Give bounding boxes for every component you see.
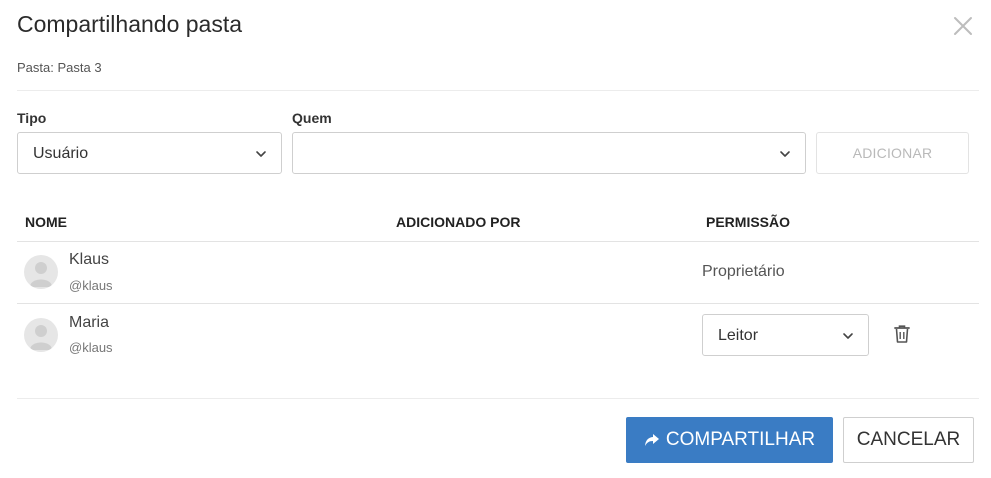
share-button-label: COMPARTILHAR (665, 429, 816, 450)
avatar (24, 318, 58, 352)
table-header-divider (17, 241, 979, 242)
close-button[interactable] (951, 14, 975, 38)
column-header-name: NOME (25, 214, 67, 230)
column-header-permission: PERMISSÃO (706, 214, 791, 230)
divider (17, 398, 979, 399)
share-button[interactable]: COMPARTILHAR (626, 417, 833, 463)
add-button[interactable]: ADICIONAR (816, 132, 969, 174)
user-handle: @klaus (69, 340, 113, 355)
tipo-select-value: Usuário (33, 145, 89, 162)
cancel-button[interactable]: CANCELAR (843, 417, 974, 463)
permission-text: Proprietário (702, 263, 785, 280)
user-handle: @klaus (69, 278, 113, 293)
quem-label: Quem (292, 110, 332, 126)
user-name: Maria (69, 314, 110, 331)
folder-name: Pasta: Pasta 3 (17, 60, 102, 75)
chevron-down-icon (780, 151, 790, 157)
permission-select[interactable]: Leitor (702, 314, 869, 356)
avatar (24, 255, 58, 289)
remove-user-button[interactable] (893, 324, 911, 344)
row-divider (17, 303, 979, 304)
chevron-down-icon (256, 151, 266, 157)
column-header-added-by: ADICIONADO POR (396, 214, 521, 230)
quem-select[interactable] (292, 132, 806, 174)
dialog-title: Compartilhando pasta (17, 11, 243, 37)
user-name: Klaus (69, 251, 110, 268)
tipo-select[interactable]: Usuário (17, 132, 282, 174)
trash-icon (894, 325, 910, 343)
tipo-label: Tipo (17, 110, 47, 126)
divider (17, 90, 979, 91)
user-icon (30, 262, 52, 287)
close-icon (954, 17, 972, 35)
chevron-down-icon (843, 333, 853, 339)
share-folder-dialog: Compartilhando pasta Pasta: Pasta 3 Tipo… (0, 0, 991, 478)
share-arrow-icon (644, 434, 659, 446)
permission-select-value: Leitor (718, 327, 759, 344)
user-icon (30, 325, 52, 350)
